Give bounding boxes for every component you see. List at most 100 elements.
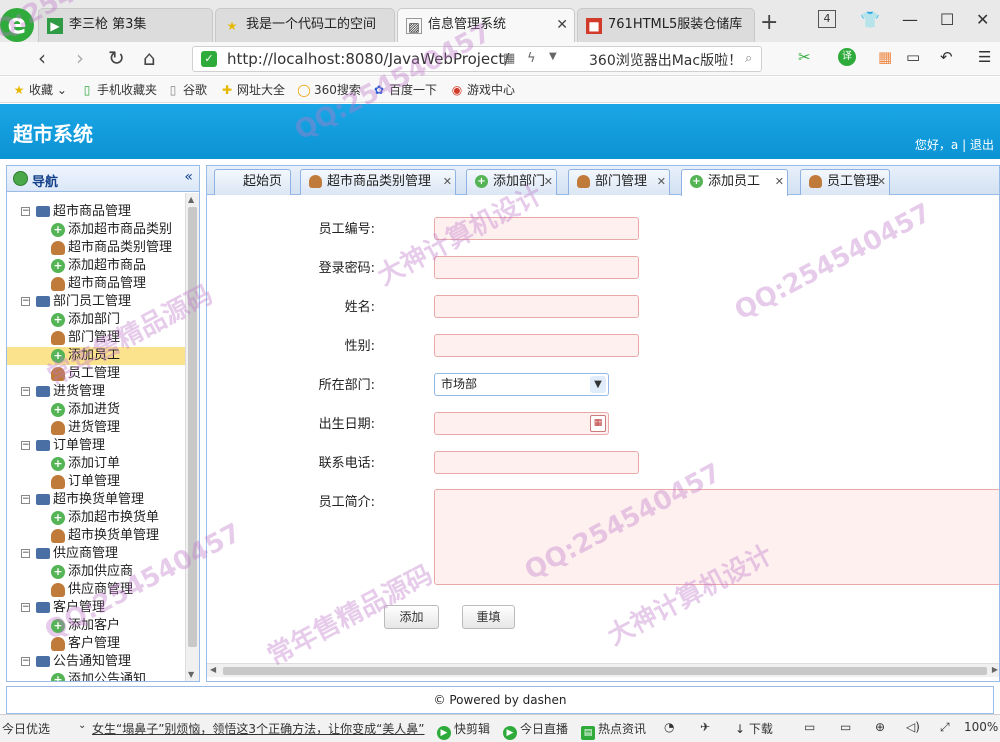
nav-item[interactable]: + 添加客户 xyxy=(7,617,185,635)
news-ticker[interactable]: 女生“塌鼻子”别烦恼，领悟这3个正确方法，让你变成“美人鼻” xyxy=(92,720,430,737)
speed-icon[interactable]: ◔ xyxy=(664,720,674,734)
nav-item[interactable]: + 添加超市商品 xyxy=(7,257,185,275)
browser-tab[interactable]: ■ 761HTML5服装仓储库 xyxy=(577,8,755,42)
maximize-icon[interactable]: ☐ xyxy=(940,10,954,29)
bookmark-games[interactable]: ◉ 游戏中心 xyxy=(450,81,515,98)
nav-item[interactable]: + 添加供应商 xyxy=(7,563,185,581)
nav-group[interactable]: − 订单管理 xyxy=(7,437,185,455)
collapse-toggle-icon[interactable]: − xyxy=(21,603,30,612)
bookmark-favorites[interactable]: ★ 收藏 ⌄ xyxy=(12,81,67,98)
close-icon[interactable]: ✕ xyxy=(443,170,452,194)
nav-item[interactable]: 超市换货单管理 xyxy=(7,527,185,545)
translate-icon[interactable]: 译 xyxy=(838,48,856,66)
calendar-icon[interactable]: ▦ xyxy=(590,415,606,432)
url-text[interactable]: http://localhost:8080/JavaWebProject/ xyxy=(227,50,509,68)
logout-link[interactable]: 退出 xyxy=(970,138,994,152)
status-hot-news[interactable]: ▤ 热点资讯 xyxy=(581,720,646,740)
nav-item[interactable]: 超市商品管理 xyxy=(7,275,185,293)
nav-group[interactable]: − 客户管理 xyxy=(7,599,185,617)
nav-item[interactable]: + 添加员工 xyxy=(7,347,185,365)
chevron-down-icon[interactable]: ▼ xyxy=(590,376,606,393)
nav-group[interactable]: − 部门员工管理 xyxy=(7,293,185,311)
close-icon[interactable]: ✕ xyxy=(556,9,568,41)
collapse-toggle-icon[interactable]: − xyxy=(21,549,30,558)
add-button[interactable]: 添加 xyxy=(384,605,439,629)
fullscreen-icon[interactable]: ⤢ xyxy=(940,720,950,735)
nav-item[interactable]: 员工管理 xyxy=(7,365,185,383)
close-window-icon[interactable]: ✕ xyxy=(976,10,989,29)
bookmark-google[interactable]: ▯ 谷歌 xyxy=(166,81,207,98)
shirt-icon[interactable]: 👕 xyxy=(860,10,880,29)
chevron-down-icon[interactable]: ▼ xyxy=(549,51,557,62)
nav-item[interactable]: 订单管理 xyxy=(7,473,185,491)
birthday-input[interactable]: ▦ xyxy=(434,412,609,435)
content-tab[interactable]: 员工管理 ✕ xyxy=(800,169,890,195)
pin-icon[interactable]: ✈ xyxy=(700,720,710,734)
collapse-toggle-icon[interactable]: − xyxy=(21,387,30,396)
close-icon[interactable]: ✕ xyxy=(657,170,666,194)
zoom-level[interactable]: 100% xyxy=(964,720,998,734)
battery-icon[interactable]: ▭ xyxy=(906,48,920,66)
content-tab[interactable]: 部门管理 ✕ xyxy=(568,169,670,195)
browser-tab-active[interactable]: ▨ 信息管理系统 ✕ xyxy=(397,8,575,42)
undo-icon[interactable]: ↶ xyxy=(940,48,953,66)
bookmark-hao[interactable]: ✚ 网址大全 xyxy=(220,81,285,98)
browser-tab[interactable]: ▶ 李三枪 第3集 xyxy=(38,8,213,42)
scroll-left-icon[interactable]: ◀ xyxy=(210,665,216,674)
nav-item[interactable]: 进货管理 xyxy=(7,419,185,437)
browser-logo-icon[interactable]: e xyxy=(0,8,34,42)
collapse-toggle-icon[interactable]: − xyxy=(21,657,30,666)
chevron-down-icon[interactable]: ⌄ xyxy=(78,720,86,731)
scroll-down-icon[interactable]: ▼ xyxy=(188,670,194,679)
nav-item[interactable]: + 添加超市商品类别 xyxy=(7,221,185,239)
bookmark-360search[interactable]: ◯ 360搜索 xyxy=(297,81,361,98)
url-field[interactable]: ✓ http://localhost:8080/JavaWebProject/ … xyxy=(192,46,762,72)
forward-icon[interactable]: › xyxy=(76,46,84,70)
nav-group[interactable]: − 进货管理 xyxy=(7,383,185,401)
content-tab[interactable]: 起始页 xyxy=(214,169,291,195)
home-icon[interactable]: ⌂ xyxy=(143,46,156,70)
browser-tab[interactable]: ★ 我是一个代码工的空间 xyxy=(215,8,395,42)
back-icon[interactable]: ‹ xyxy=(38,46,46,70)
nav-item[interactable]: 部门管理 xyxy=(7,329,185,347)
lightning-icon[interactable]: ϟ xyxy=(527,51,536,66)
nav-item[interactable]: + 添加订单 xyxy=(7,455,185,473)
nav-item[interactable]: 超市商品类别管理 xyxy=(7,239,185,257)
collapse-toggle-icon[interactable]: − xyxy=(21,297,30,306)
qr-icon[interactable]: ▦ xyxy=(503,51,515,66)
scroll-thumb[interactable] xyxy=(188,207,197,647)
nav-item[interactable]: + 添加进货 xyxy=(7,401,185,419)
new-tab-button[interactable]: + xyxy=(760,10,778,35)
close-icon[interactable]: ✕ xyxy=(775,170,784,194)
gender-input[interactable] xyxy=(434,334,639,357)
reload-icon[interactable]: ↻ xyxy=(108,46,125,70)
scroll-thumb[interactable] xyxy=(223,667,987,675)
apps-icon[interactable]: ▦ xyxy=(878,48,892,66)
promo-text[interactable]: 360浏览器出Mac版啦！ xyxy=(589,50,742,70)
zoom-plus-icon[interactable]: ⊕ xyxy=(875,720,885,734)
phone-input[interactable] xyxy=(434,451,639,474)
content-tab[interactable]: 超市商品类别管理 ✕ xyxy=(300,169,456,195)
intro-textarea[interactable] xyxy=(434,489,999,585)
content-tab[interactable]: + 添加部门 ✕ xyxy=(466,169,557,195)
close-icon[interactable]: ✕ xyxy=(877,170,886,194)
scroll-right-icon[interactable]: ▶ xyxy=(992,665,998,674)
nav-item[interactable]: + 添加部门 xyxy=(7,311,185,329)
status-quick-edit[interactable]: ▶ 快剪辑 xyxy=(437,720,490,740)
nav-group[interactable]: − 公告通知管理 xyxy=(7,653,185,671)
scroll-up-icon[interactable]: ▲ xyxy=(188,195,194,204)
nav-group[interactable]: − 超市商品管理 xyxy=(7,203,185,221)
status-download[interactable]: ↓ 下载 xyxy=(735,720,773,737)
employee-no-input[interactable] xyxy=(434,217,639,240)
reset-button[interactable]: 重填 xyxy=(462,605,515,629)
collapse-toggle-icon[interactable]: − xyxy=(21,207,30,216)
status-live[interactable]: ▶ 今日直播 xyxy=(503,720,568,740)
nav-item[interactable]: + 添加超市换货单 xyxy=(7,509,185,527)
nav-group[interactable]: − 供应商管理 xyxy=(7,545,185,563)
search-icon[interactable]: ⌕ xyxy=(745,51,752,66)
nav-item[interactable]: + 添加公告通知 xyxy=(7,671,185,681)
nav-item[interactable]: 供应商管理 xyxy=(7,581,185,599)
bookmark-mobile[interactable]: ▯ 手机收藏夹 xyxy=(80,81,157,98)
status-featured[interactable]: 今日优选 xyxy=(2,720,50,737)
bookmark-baidu[interactable]: ✿ 百度一下 xyxy=(372,81,437,98)
